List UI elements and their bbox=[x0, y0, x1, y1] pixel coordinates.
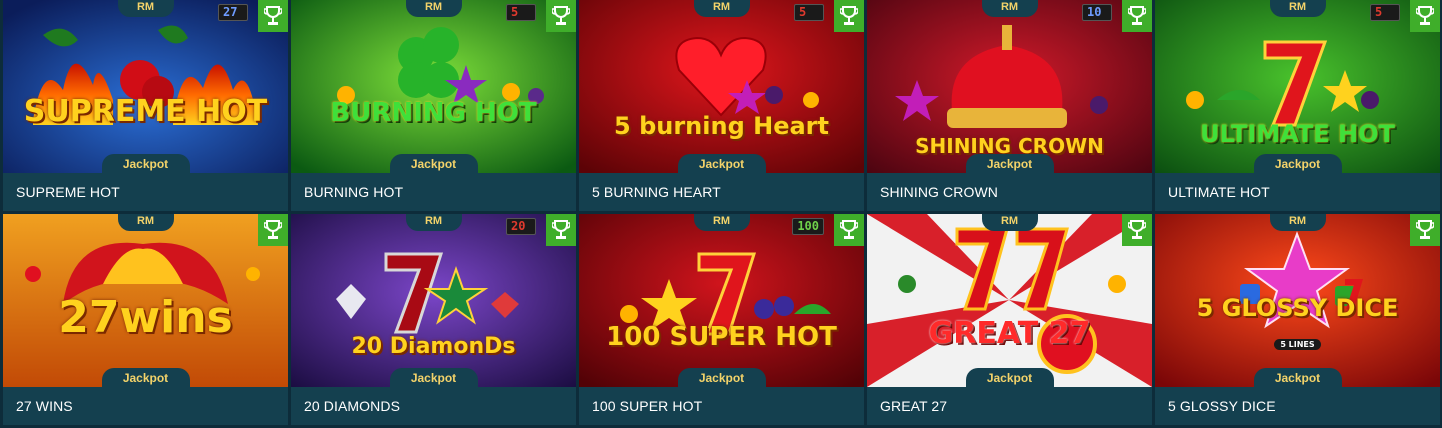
trophy-icon[interactable] bbox=[546, 214, 576, 246]
lines-indicator: 10 bbox=[1082, 4, 1112, 21]
trophy-icon[interactable] bbox=[258, 0, 288, 32]
trophy-icon[interactable] bbox=[546, 0, 576, 32]
jackpot-badge: Jackpot bbox=[389, 154, 478, 173]
jackpot-badge: Jackpot bbox=[677, 368, 766, 387]
lines-indicator: 5 bbox=[794, 4, 824, 21]
jackpot-badge: Jackpot bbox=[677, 154, 766, 173]
game-tile-5-glossy-dice[interactable]: 5 GLOSSY DICE 5 LINES RM Jackpot 5 GLOSSY … bbox=[1155, 214, 1440, 425]
game-thumbnail[interactable] bbox=[1155, 0, 1440, 173]
game-thumbnail[interactable] bbox=[867, 214, 1152, 387]
game-tile-shining-crown[interactable]: SHINING CROWN RM 10 Jackpot SHINING CROWN bbox=[867, 0, 1152, 211]
trophy-icon[interactable] bbox=[834, 0, 864, 32]
currency-badge: RM bbox=[117, 214, 174, 231]
currency-badge: RM bbox=[1269, 214, 1326, 231]
trophy-icon[interactable] bbox=[1410, 0, 1440, 32]
trophy-icon[interactable] bbox=[1122, 0, 1152, 32]
game-tile-20-diamonds[interactable]: 20 DiamonDs RM 20 Jackpot 20 DIAMONDS bbox=[291, 214, 576, 425]
game-thumbnail[interactable] bbox=[579, 0, 864, 173]
game-title[interactable]: 5 GLOSSY DICE bbox=[1155, 387, 1440, 425]
game-title[interactable]: GREAT 27 bbox=[867, 387, 1152, 425]
game-tile-27-wins[interactable]: 27wins RM Jackpot 27 WINS bbox=[3, 214, 288, 425]
currency-badge: RM bbox=[693, 214, 750, 231]
trophy-icon[interactable] bbox=[834, 214, 864, 246]
trophy-icon[interactable] bbox=[258, 214, 288, 246]
game-title[interactable]: BURNING HOT bbox=[291, 173, 576, 211]
game-thumbnail[interactable] bbox=[1155, 214, 1440, 387]
jackpot-badge: Jackpot bbox=[389, 368, 478, 387]
currency-badge: RM bbox=[693, 0, 750, 17]
game-tile-ultimate-hot[interactable]: ULTIMATE HOT RM 5 Jackpot ULTIMATE HOT bbox=[1155, 0, 1440, 211]
lines-indicator: 5 bbox=[1370, 4, 1400, 21]
currency-badge: RM bbox=[981, 0, 1038, 17]
jackpot-badge: Jackpot bbox=[1253, 154, 1342, 173]
jackpot-badge: Jackpot bbox=[965, 154, 1054, 173]
jackpot-badge: Jackpot bbox=[101, 368, 190, 387]
game-title[interactable]: 100 SUPER HOT bbox=[579, 387, 864, 425]
jackpot-badge: Jackpot bbox=[965, 368, 1054, 387]
currency-badge: RM bbox=[405, 0, 462, 17]
game-tile-great-27[interactable]: GREAT 27 RM Jackpot GREAT 27 bbox=[867, 214, 1152, 425]
game-tile-5-burning-heart[interactable]: 5 burning Heart RM 5 Jackpot 5 BURNING HE… bbox=[579, 0, 864, 211]
currency-badge: RM bbox=[117, 0, 174, 17]
game-tile-100-super-hot[interactable]: 100 SUPER HOT RM 100 Jackpot 100 SUPER HO… bbox=[579, 214, 864, 425]
game-title[interactable]: 20 DIAMONDS bbox=[291, 387, 576, 425]
game-thumbnail[interactable] bbox=[3, 214, 288, 387]
game-thumbnail[interactable] bbox=[291, 0, 576, 173]
game-title[interactable]: ULTIMATE HOT bbox=[1155, 173, 1440, 211]
game-thumbnail[interactable] bbox=[579, 214, 864, 387]
game-title[interactable]: 5 BURNING HEART bbox=[579, 173, 864, 211]
lines-indicator: 20 bbox=[506, 218, 536, 235]
jackpot-badge: Jackpot bbox=[1253, 368, 1342, 387]
game-title[interactable]: SUPREME HOT bbox=[3, 173, 288, 211]
trophy-icon[interactable] bbox=[1122, 214, 1152, 246]
trophy-icon[interactable] bbox=[1410, 214, 1440, 246]
game-grid: SUPREME HOT RM 27 Jackpot SUPREME HOT BUR… bbox=[3, 0, 1441, 428]
game-title[interactable]: SHINING CROWN bbox=[867, 173, 1152, 211]
currency-badge: RM bbox=[405, 214, 462, 231]
jackpot-badge: Jackpot bbox=[101, 154, 190, 173]
game-thumbnail[interactable] bbox=[291, 214, 576, 387]
currency-badge: RM bbox=[981, 214, 1038, 231]
game-title[interactable]: 27 WINS bbox=[3, 387, 288, 425]
lines-indicator: 100 bbox=[792, 218, 824, 235]
lines-indicator: 5 bbox=[506, 4, 536, 21]
lines-indicator: 27 bbox=[218, 4, 248, 21]
currency-badge: RM bbox=[1269, 0, 1326, 17]
game-tile-supreme-hot[interactable]: SUPREME HOT RM 27 Jackpot SUPREME HOT bbox=[3, 0, 288, 211]
game-thumbnail[interactable] bbox=[3, 0, 288, 173]
game-tile-burning-hot[interactable]: BURNING HOT RM 5 Jackpot BURNING HOT bbox=[291, 0, 576, 211]
game-thumbnail[interactable] bbox=[867, 0, 1152, 173]
